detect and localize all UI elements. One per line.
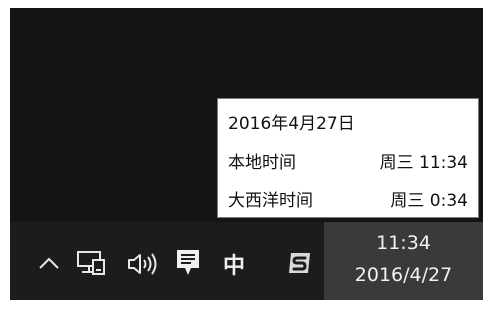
network-button[interactable] <box>76 250 106 278</box>
chevron-up-icon <box>39 257 59 269</box>
sogou-input-button[interactable] <box>286 249 314 277</box>
clock-time: 周三 11:34 <box>379 153 468 173</box>
tooltip-clock-row-local: 本地时间 周三 11:34 <box>228 148 468 173</box>
action-center-button[interactable] <box>174 248 202 278</box>
clock-tooltip: 2016年4月27日 本地时间 周三 11:34 大西洋时间 周三 0:34 <box>217 98 479 218</box>
volume-icon <box>128 253 157 275</box>
tooltip-clock-row-atlantic: 大西洋时间 周三 0:34 <box>228 186 468 211</box>
taskbar-clock[interactable]: 11:34 2016/4/27 <box>324 222 483 300</box>
clock-time: 周三 0:34 <box>390 191 468 211</box>
action-center-icon <box>177 250 199 275</box>
clock-time: 11:34 <box>376 232 431 254</box>
volume-button[interactable] <box>126 250 160 278</box>
sogou-icon <box>289 253 310 273</box>
show-hidden-icons-button[interactable] <box>36 250 62 276</box>
ime-indicator[interactable]: 中 <box>220 249 248 279</box>
tooltip-date: 2016年4月27日 <box>228 114 355 134</box>
clock-name: 大西洋时间 <box>228 191 313 211</box>
network-icon <box>77 251 105 275</box>
screen-frame: 2016年4月27日 本地时间 周三 11:34 大西洋时间 周三 0:34 中… <box>10 8 483 300</box>
clock-date: 2016/4/27 <box>354 264 453 286</box>
taskbar: 中 11:34 2016/4/27 <box>10 222 483 300</box>
clock-name: 本地时间 <box>228 153 296 173</box>
